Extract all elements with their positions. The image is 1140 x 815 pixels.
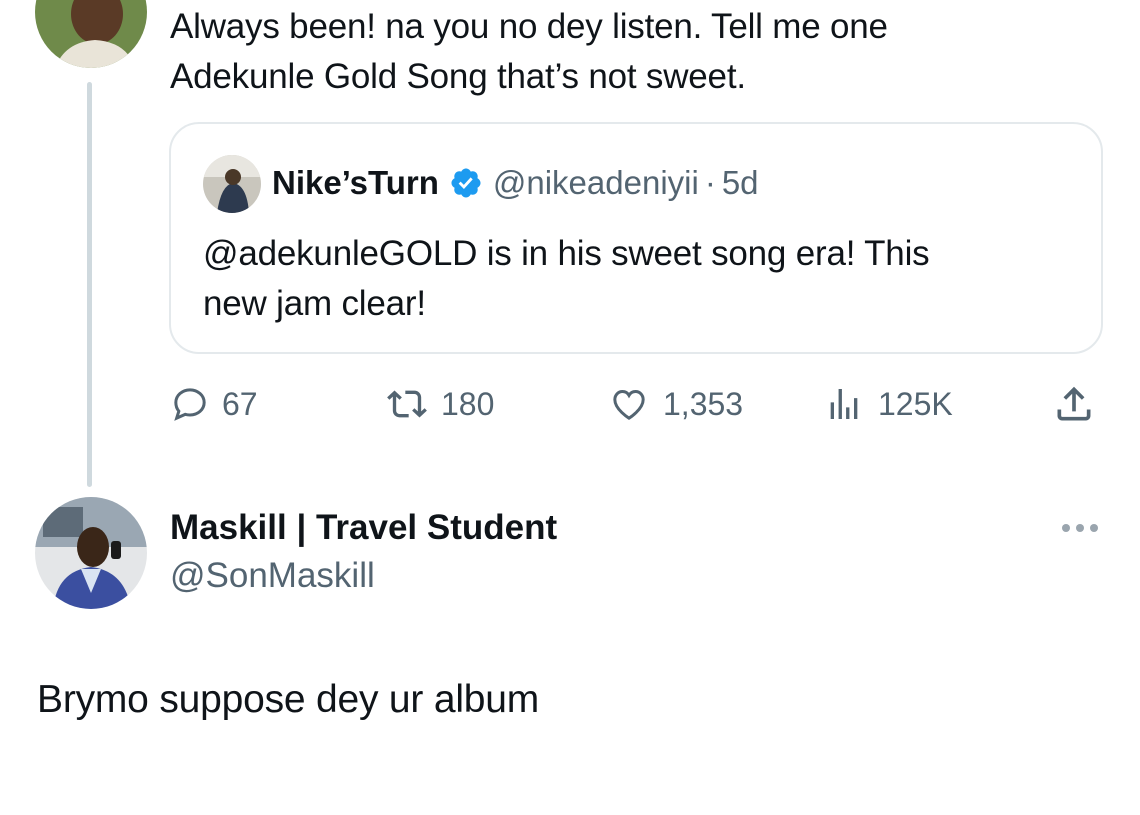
views-icon [830,389,858,419]
share-button[interactable] [1052,380,1096,428]
thread-connector-line [87,82,92,487]
quoted-author-name[interactable]: Nike’sTurn [272,164,439,202]
quoted-tweet-text-line: new jam clear! [203,284,426,323]
reply-author-avatar[interactable] [35,497,147,609]
repost-button[interactable]: 180 [385,380,494,428]
quoted-tweet-text-line: @adekunleGOLD is in his sweet song era! … [203,234,930,273]
reply-button[interactable]: 67 [170,380,258,428]
like-count: 1,353 [663,385,744,422]
share-icon [1057,386,1091,421]
tweet-action-bar: 67 180 1,353 125K [170,380,1100,428]
views-button[interactable]: 125K [822,380,953,428]
quoted-author-handle[interactable]: @nikeadeniyii [493,164,699,202]
like-icon [613,389,645,420]
quoted-tweet-card[interactable]: Nike’sTurn @nikeadeniyii · 5d @adekunleG… [169,122,1103,354]
quoted-tweet-time[interactable]: 5d [722,164,759,202]
reply-icon [174,388,206,421]
reply-author-handle[interactable]: @SonMaskill [170,556,375,596]
quoted-tweet-header: Nike’sTurn @nikeadeniyii · 5d [272,164,759,202]
author-avatar[interactable] [35,0,147,68]
separator-dot: · [704,164,716,201]
quoted-tweet-text: @adekunleGOLD is in his sweet song era! … [203,229,1063,329]
verified-badge-icon [449,166,483,200]
views-count: 125K [878,385,953,422]
reply-count: 67 [222,385,258,422]
quoted-author-avatar[interactable] [203,155,261,213]
tweet-text: Always been! na you no dey listen. Tell … [170,2,1070,102]
reply-author-name[interactable]: Maskill | Travel Student [170,508,557,548]
reply-tweet-text: Brymo suppose dey ur album [37,678,540,721]
like-button[interactable]: 1,353 [607,380,743,428]
repost-count: 180 [441,385,495,422]
tweet-text-line: Always been! na you no dey listen. Tell … [170,7,888,46]
more-options-icon[interactable] [1058,517,1102,539]
tweet-text-line: Adekunle Gold Song that’s not sweet. [170,57,746,96]
repost-icon [387,390,427,418]
